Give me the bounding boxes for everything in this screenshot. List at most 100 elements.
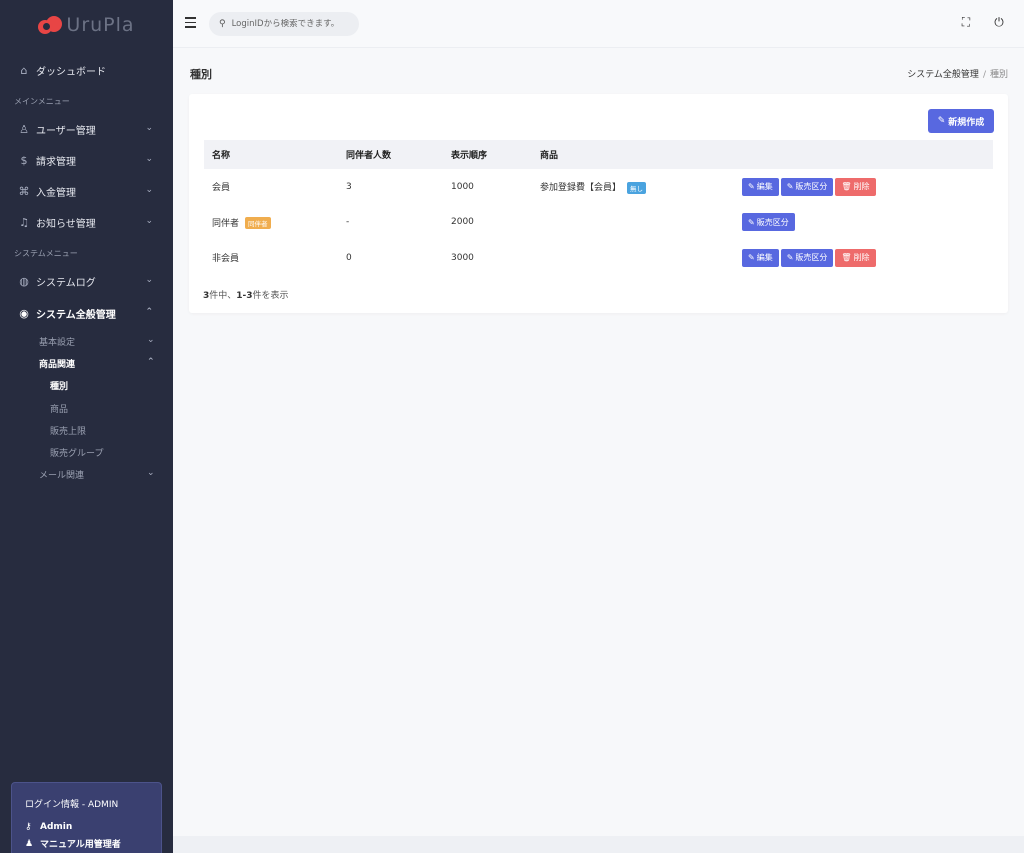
sales-category-button[interactable]: ✎ 販売区分 — [742, 213, 795, 232]
bank-icon: ⌘ — [18, 184, 30, 198]
sidebar-item-system-general[interactable]: ◉ システム全般管理 ⌃ — [0, 302, 173, 324]
sales-category-label: 販売区分 — [756, 217, 789, 227]
cell-product: 参加登録費【会員】 無し — [532, 169, 734, 205]
sidebar-subsub-sales-limit[interactable]: 販売上限 — [50, 424, 86, 437]
delete-label: 削除 — [853, 182, 870, 192]
key-icon: ⚷ — [25, 822, 32, 832]
bell-icon: ♫ — [19, 215, 29, 229]
sidebar-item-label: システム全般管理 — [36, 309, 116, 321]
delete-button[interactable]: 🗑 削除 — [835, 248, 876, 267]
row-name: 同伴者 — [212, 218, 240, 229]
sidebar-sub-label: メール関連 — [39, 471, 85, 481]
sidebar-item-billing[interactable]: $ 請求管理 ⌄ — [0, 149, 173, 171]
breadcrumb-current: 種別 — [989, 70, 1008, 80]
pencil-icon: ✎ — [786, 182, 794, 192]
sales-category-button[interactable]: ✎ 販売区分 — [780, 248, 834, 267]
pencil-icon: ✎ — [786, 253, 794, 263]
sidebar-sub-product-related[interactable]: 商品関連 ⌃ — [39, 357, 155, 370]
new-create-button[interactable]: ✎ 新規作成 — [928, 109, 994, 133]
home-icon: ⌂ — [20, 63, 28, 77]
companion-badge: 同伴者 — [245, 217, 271, 229]
chevron-down-icon: ⌄ — [145, 275, 153, 285]
cell-actions: ✎ 編集 ✎ 販売区分 🗑 削除 — [734, 169, 993, 205]
header-companions[interactable]: 同伴者人数 — [338, 140, 443, 169]
header-name[interactable]: 名称 — [204, 140, 338, 169]
status-badge: 無し — [627, 181, 647, 194]
sidebar-item-label: ユーザー管理 — [36, 125, 96, 137]
cell-name: 非会員 — [204, 240, 338, 276]
pencil-icon: ✎ — [748, 182, 755, 192]
pencil-icon: ✎ — [748, 253, 755, 263]
pagination-summary: 3件中、1-3件を表示 — [203, 288, 289, 301]
cell-product — [532, 240, 734, 276]
edit-button[interactable]: ✎ 編集 — [742, 177, 779, 196]
chevron-down-icon: ⌄ — [145, 154, 153, 164]
cell-name: 会員 — [204, 169, 338, 205]
breadcrumb-parent[interactable]: システム全般管理 — [907, 70, 979, 80]
header-product[interactable]: 商品 — [532, 140, 734, 169]
search-icon: ⚲ — [219, 19, 226, 29]
summary-range: 1-3 — [236, 291, 253, 301]
type-list-card: ✎ 新規作成 名称 同伴者人数 表示順序 商品 会員 3 1000 参加登録費【… — [189, 94, 1008, 313]
chevron-up-icon: ⌃ — [145, 307, 153, 317]
sidebar-item-notices[interactable]: ♫ お知らせ管理 ⌄ — [0, 211, 173, 233]
sidebar-sub-mail-related[interactable]: メール関連 ⌄ — [39, 468, 155, 481]
search-input[interactable] — [231, 19, 352, 29]
sidebar-item-payments[interactable]: ⌘ 入金管理 ⌄ — [0, 180, 173, 202]
cell-companions: 0 — [346, 252, 352, 263]
sidebar-item-label: システムログ — [36, 277, 96, 289]
breadcrumb: システム全般管理 / 種別 — [907, 67, 1008, 80]
edit-label: 編集 — [756, 253, 773, 263]
table-row: 同伴者 同伴者 - 2000 ✎ 販売区分 — [204, 205, 993, 241]
sidebar-item-label: 入金管理 — [36, 187, 76, 199]
globe-icon: ◍ — [19, 274, 29, 288]
table-row: 会員 3 1000 参加登録費【会員】 無し ✎ 編集 ✎ 販売区分 🗑 削除 — [204, 169, 993, 205]
cell-order: 1000 — [451, 181, 474, 192]
sidebar-sub-label: 商品関連 — [39, 360, 76, 370]
product-name: 参加登録費【会員】 — [540, 183, 622, 193]
delete-button[interactable]: 🗑 削除 — [835, 177, 876, 196]
hamburger-menu-icon[interactable] — [185, 17, 196, 28]
sales-category-label: 販売区分 — [795, 253, 828, 263]
sidebar-item-dashboard[interactable]: ⌂ ダッシュボード — [0, 59, 173, 81]
fullscreen-icon[interactable]: ⛶ — [959, 15, 973, 29]
cell-actions: ✎ 編集 ✎ 販売区分 🗑 削除 — [734, 240, 993, 276]
sidebar-item-label: お知らせ管理 — [36, 218, 96, 230]
row-name: 非会員 — [212, 254, 240, 265]
sidebar-item-system-log[interactable]: ◍ システムログ ⌄ — [0, 270, 173, 292]
sidebar-item-label: 請求管理 — [36, 156, 76, 168]
trash-icon: 🗑 — [841, 182, 852, 192]
new-create-label: 新規作成 — [948, 117, 985, 128]
chevron-down-icon: ⌄ — [145, 185, 153, 195]
search-box[interactable]: ⚲ — [209, 12, 359, 36]
edit-button[interactable]: ✎ 編集 — [742, 248, 779, 267]
header-order[interactable]: 表示順序 — [443, 140, 532, 169]
sales-category-button[interactable]: ✎ 販売区分 — [780, 177, 834, 196]
login-role: マニュアル用管理者 — [40, 840, 121, 850]
login-role-row: ♟ マニュアル用管理者 — [25, 837, 148, 851]
cell-order: 3000 — [451, 252, 474, 263]
sidebar-subsub-sales-group[interactable]: 販売グループ — [50, 446, 103, 459]
cell-companions: - — [346, 217, 350, 228]
sidebar-item-users[interactable]: ♙ ユーザー管理 ⌄ — [0, 118, 173, 140]
cell-name: 同伴者 同伴者 — [204, 205, 338, 241]
edit-label: 編集 — [756, 182, 773, 192]
table-header-row: 名称 同伴者人数 表示順序 商品 — [204, 140, 993, 169]
dollar-icon: $ — [20, 153, 28, 167]
topbar: ⚲ ⛶ ⏻ — [173, 0, 1024, 48]
sidebar-subsub-product[interactable]: 商品 — [50, 402, 68, 415]
power-icon[interactable]: ⏻ — [992, 15, 1006, 29]
sidebar-sub-basic-settings[interactable]: 基本設定 ⌄ — [39, 335, 155, 348]
brand-name: UruPla — [66, 14, 135, 36]
brand-logo[interactable]: UruPla — [0, 0, 173, 50]
chevron-down-icon: ⌄ — [147, 335, 155, 345]
sidebar-subsub-type[interactable]: 種別 — [50, 379, 68, 392]
page-title: 種別 — [190, 68, 212, 81]
pencil-icon: ✎ — [748, 217, 755, 227]
summary-mid: 件中、 — [209, 291, 237, 301]
sales-category-label: 販売区分 — [795, 182, 828, 192]
user-icon: ♙ — [19, 122, 29, 136]
login-title: ログイン情報 - ADMIN — [25, 800, 119, 810]
summary-suffix: 件を表示 — [252, 291, 289, 301]
main-menu-label: メインメニュー — [14, 97, 70, 106]
